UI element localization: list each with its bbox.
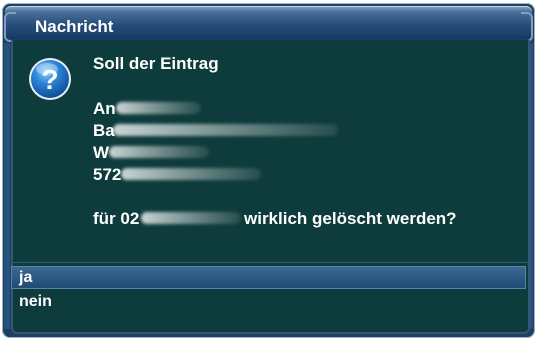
title-bar-right-ornament <box>521 12 533 42</box>
message-zip-prefix: 572 <box>93 165 122 184</box>
message-number-prefix: für 02 <box>93 209 140 228</box>
message-dialog: Nachricht ? Soll der Eintrag An Ba W 572 <box>2 3 535 338</box>
redaction-zip-city <box>121 168 261 180</box>
option-ja-label: ja <box>19 269 33 286</box>
title-bar: Nachricht <box>4 6 533 42</box>
message-street-prefix: Ba <box>93 121 115 140</box>
left-frame-rail <box>4 43 10 329</box>
options-divider <box>11 262 528 263</box>
redaction-street <box>113 124 338 136</box>
redaction-name <box>116 102 201 114</box>
message-city-prefix: W <box>93 143 110 162</box>
question-icon: ? <box>29 58 71 100</box>
redaction-city <box>109 146 209 158</box>
svg-text:?: ? <box>41 64 58 95</box>
redaction-number <box>141 212 241 224</box>
message-name-prefix: An <box>93 99 116 118</box>
message-confirm-suffix: wirklich gelöscht werden? <box>244 209 457 228</box>
message-line-1: Soll der Eintrag <box>93 54 219 73</box>
option-nein[interactable]: nein <box>11 290 526 313</box>
dialog-title: Nachricht <box>35 17 114 36</box>
option-nein-label: nein <box>19 293 52 310</box>
title-bar-left-ornament <box>4 12 16 42</box>
option-ja[interactable]: ja <box>11 266 526 289</box>
